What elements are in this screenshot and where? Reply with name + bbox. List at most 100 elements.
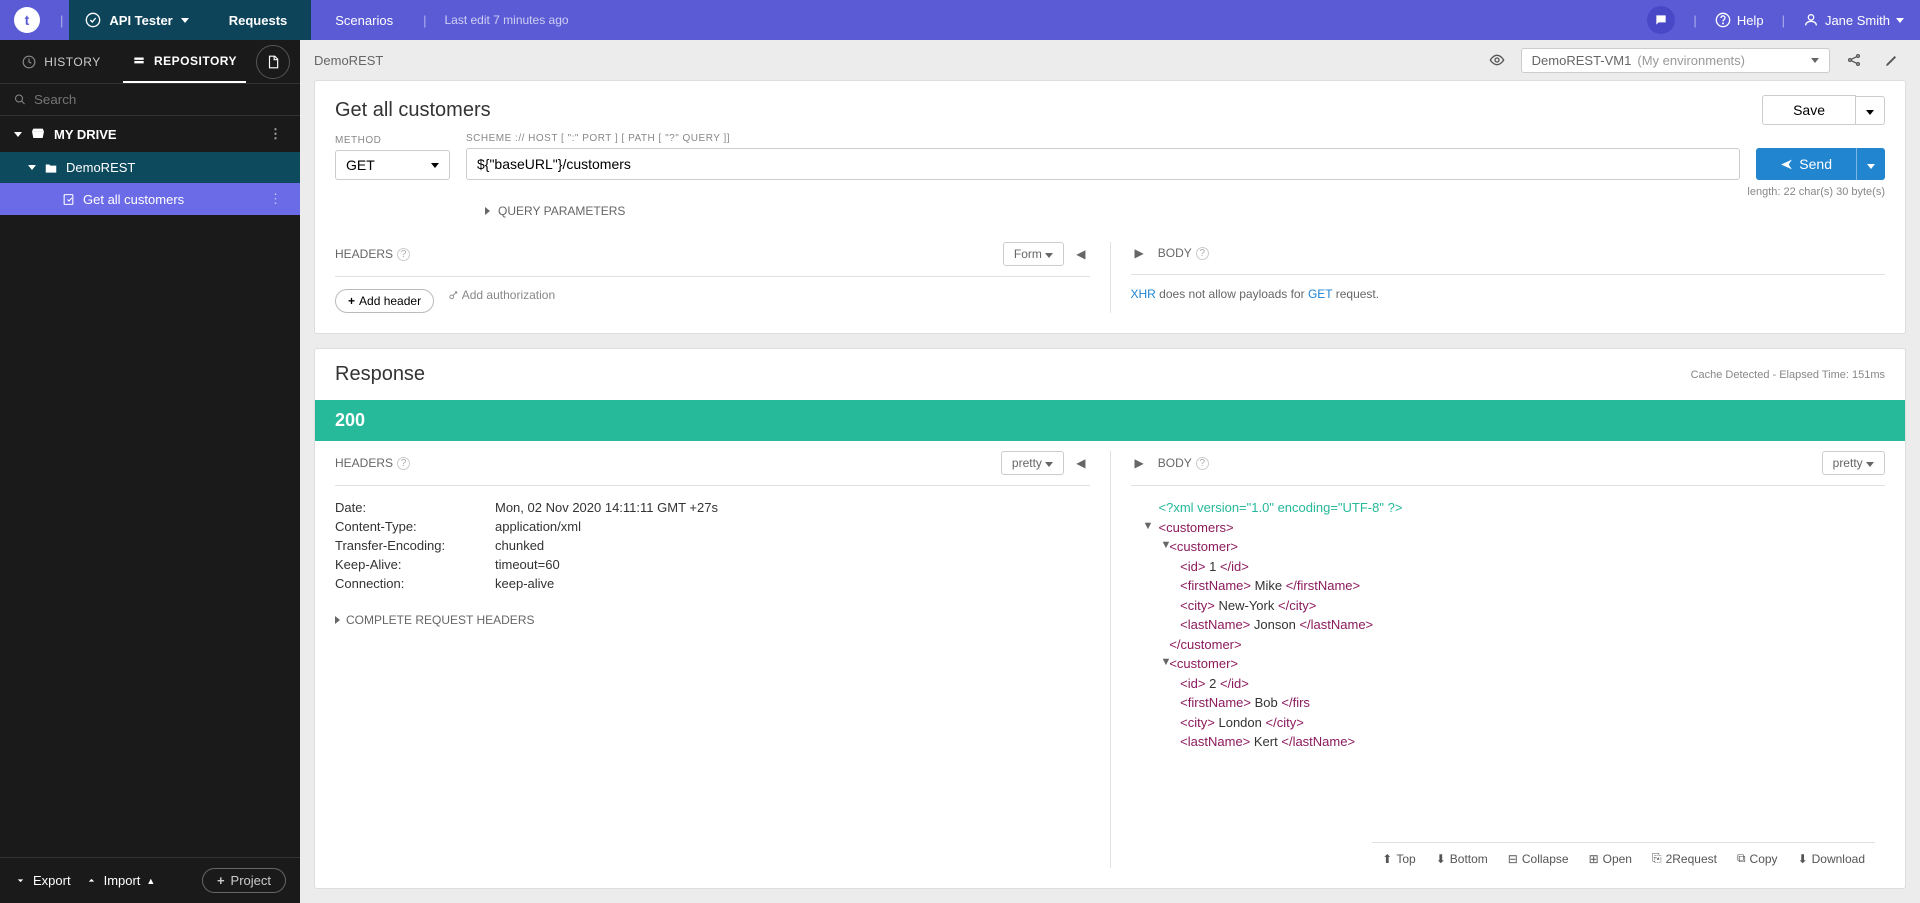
response-headers-label: HEADERS <box>335 456 393 470</box>
help-icon[interactable]: ? <box>1196 247 1209 260</box>
collapse-right-icon[interactable]: ▶ <box>1131 242 1148 264</box>
feedback-button[interactable] <box>1647 6 1675 34</box>
help-button[interactable]: Help <box>1715 12 1764 28</box>
response-body-xml: <?xml version="1.0" encoding="UTF-8" ?> … <box>1131 486 1886 752</box>
tab-scenarios[interactable]: Scenarios <box>311 0 417 40</box>
help-icon[interactable]: ? <box>397 248 410 261</box>
download-button[interactable]: ⬇ Download <box>1798 851 1865 866</box>
send-icon <box>1780 158 1793 171</box>
help-icon <box>1715 12 1731 28</box>
search-bar[interactable] <box>0 84 300 116</box>
history-tab[interactable]: HISTORY <box>0 55 123 69</box>
method-select[interactable]: GET <box>335 150 450 180</box>
collapse-left-icon[interactable]: ◀ <box>1072 452 1089 474</box>
app-logo[interactable]: t <box>14 7 40 33</box>
send-dropdown[interactable] <box>1856 148 1885 180</box>
headers-format-dropdown[interactable]: Form <box>1003 242 1064 266</box>
save-button[interactable]: Save <box>1762 95 1856 125</box>
clock-icon <box>22 55 36 69</box>
help-label: Help <box>1737 13 1764 28</box>
check-circle-icon <box>85 12 101 28</box>
divider: | <box>423 13 426 28</box>
send-button[interactable]: Send <box>1756 148 1856 180</box>
repository-tab[interactable]: REPOSITORY <box>123 40 246 83</box>
share-icon <box>1846 52 1862 68</box>
document-icon <box>266 55 280 69</box>
request-title: Get all customers <box>335 99 491 122</box>
tab-requests[interactable]: Requests <box>205 0 312 40</box>
environment-dropdown[interactable]: DemoREST-VM1 (My environments) <box>1521 48 1830 73</box>
project-button[interactable]: + Project <box>202 868 286 893</box>
repository-icon <box>132 54 146 68</box>
project-name: DemoREST <box>66 160 135 175</box>
divider: | <box>60 13 63 28</box>
env-name: DemoREST-VM1 <box>1532 53 1632 68</box>
chevron-down-icon <box>28 165 36 170</box>
help-icon[interactable]: ? <box>397 457 410 470</box>
my-drive-menu[interactable]: ⋮ <box>265 126 286 142</box>
share-button[interactable] <box>1840 46 1868 74</box>
my-drive-label: MY DRIVE <box>54 127 117 142</box>
help-icon[interactable]: ? <box>1196 457 1209 470</box>
request-item-get-all-customers[interactable]: Get all customers ⋮ <box>0 183 300 215</box>
collapse-button[interactable]: ⊟ Collapse <box>1508 851 1569 866</box>
response-body-format-dropdown[interactable]: pretty <box>1822 451 1885 475</box>
folder-icon <box>44 161 58 175</box>
chevron-down-icon <box>14 132 22 137</box>
top-button[interactable]: ⬆ Top <box>1382 851 1415 866</box>
fold-caret[interactable]: ▼ <box>1161 654 1172 671</box>
body-message: XHR does not allow payloads for GET requ… <box>1131 275 1886 301</box>
response-status: 200 <box>315 400 1905 441</box>
bottom-button[interactable]: ⬇ Bottom <box>1436 851 1488 866</box>
drive-icon <box>30 126 46 142</box>
request-item-menu[interactable]: ⋮ <box>265 191 286 207</box>
divider: | <box>1693 13 1696 28</box>
chevron-down-icon <box>1896 18 1904 23</box>
import-button[interactable]: Import ▲ <box>85 873 156 888</box>
body-label: BODY <box>1158 246 1192 260</box>
response-body-label: BODY <box>1158 456 1192 470</box>
pencil-icon <box>1884 52 1900 68</box>
to-request-button[interactable]: ⎘ 2Request <box>1652 851 1717 866</box>
response-body-toolbar: ⬆ Top ⬇ Bottom ⊟ Collapse ⊞ Open ⎘ 2Requ… <box>1372 842 1875 874</box>
complete-request-headers-toggle[interactable]: COMPLETE REQUEST HEADERS <box>335 593 1090 627</box>
method-label: METHOD <box>335 135 450 146</box>
edit-button[interactable] <box>1878 46 1906 74</box>
response-headers-format-dropdown[interactable]: pretty <box>1001 451 1064 475</box>
add-header-button[interactable]: +Add header <box>335 289 434 313</box>
chevron-right-icon <box>485 207 490 215</box>
response-headers-table: Date:Mon, 02 Nov 2020 14:11:11 GMT +27s … <box>335 486 1090 593</box>
open-button[interactable]: ⊞ Open <box>1589 851 1632 866</box>
fold-caret[interactable]: ▼ <box>1143 518 1154 535</box>
user-menu[interactable]: Jane Smith <box>1803 12 1904 28</box>
project-demorest[interactable]: DemoREST <box>0 152 300 183</box>
copy-button[interactable]: ⧉ Copy <box>1737 851 1778 866</box>
chat-icon <box>1654 13 1668 27</box>
my-drive-root[interactable]: MY DRIVE ⋮ <box>0 116 300 152</box>
request-item-label: Get all customers <box>83 192 184 207</box>
fold-caret[interactable]: ▼ <box>1161 537 1172 554</box>
last-edit-label: Last edit 7 minutes ago <box>444 13 568 27</box>
eye-icon <box>1489 52 1505 68</box>
chevron-down-icon <box>431 163 439 168</box>
chevron-down-icon <box>1811 58 1819 63</box>
response-meta: Cache Detected - Elapsed Time: 151ms <box>1691 369 1885 381</box>
search-input[interactable] <box>34 92 286 107</box>
user-icon <box>1803 12 1819 28</box>
url-input[interactable] <box>466 148 1740 180</box>
env-visibility-button[interactable] <box>1483 46 1511 74</box>
upload-icon <box>85 874 98 887</box>
scheme-label: SCHEME :// HOST [ ":" PORT ] [ PATH [ "?… <box>466 133 1740 144</box>
add-authorization-link[interactable]: Add authorization <box>448 288 555 302</box>
breadcrumb[interactable]: DemoREST <box>314 53 383 68</box>
headers-label: HEADERS <box>335 247 393 261</box>
user-name: Jane Smith <box>1825 13 1890 28</box>
export-button[interactable]: Export <box>14 873 71 888</box>
api-tester-dropdown[interactable]: API Tester <box>69 0 204 40</box>
save-dropdown[interactable] <box>1856 96 1885 125</box>
collapse-right-icon[interactable]: ▶ <box>1131 452 1148 474</box>
query-parameters-toggle[interactable]: QUERY PARAMETERS <box>315 198 1905 232</box>
collapse-left-icon[interactable]: ◀ <box>1072 243 1089 265</box>
env-group: (My environments) <box>1637 53 1745 68</box>
new-document-button[interactable] <box>256 45 290 79</box>
